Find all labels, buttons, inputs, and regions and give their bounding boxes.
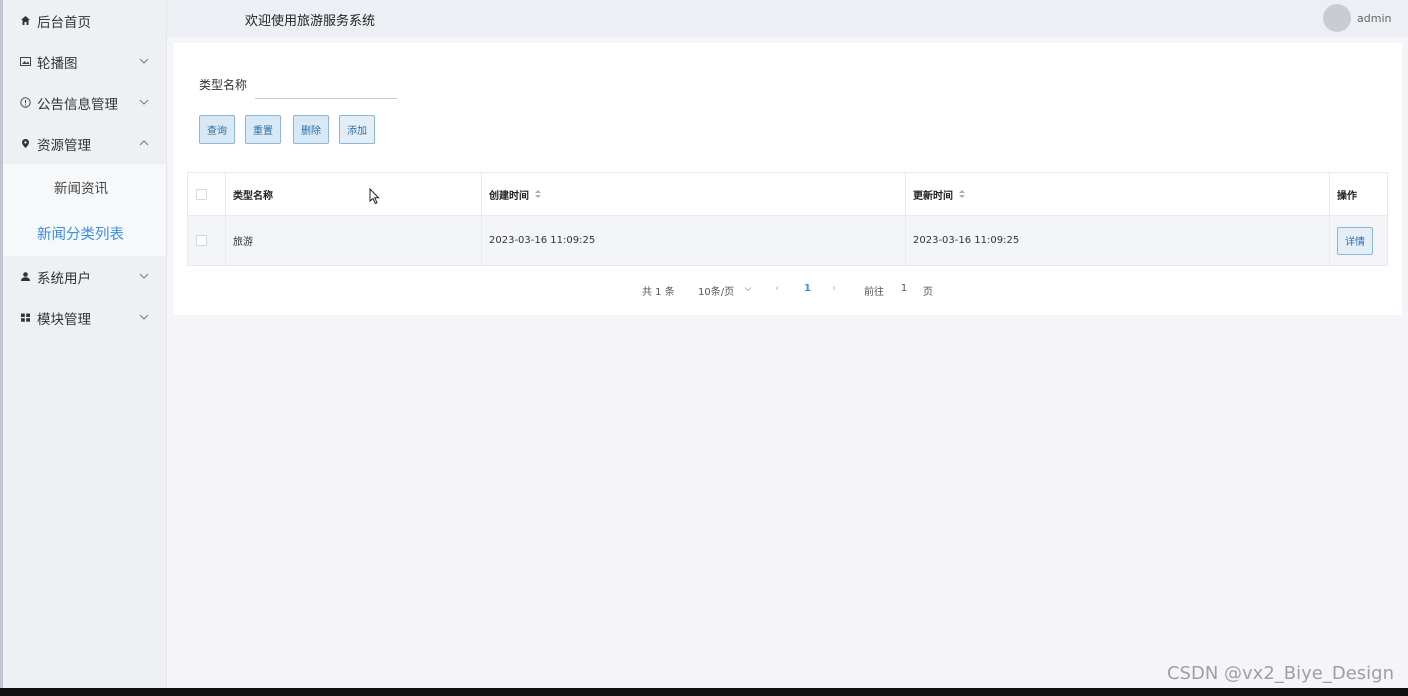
prev-page-button[interactable]: ‹ — [775, 283, 779, 294]
page-title: 欢迎使用旅游服务系统 — [245, 14, 376, 29]
resources-submenu: 新闻资讯 新闻分类列表 — [3, 164, 166, 256]
sidebar-item-label: 系统用户 — [37, 270, 91, 287]
chevron-down-icon — [139, 273, 149, 279]
delete-button[interactable]: 删除 — [293, 115, 329, 144]
pagination: 共 1 条 10条/页 ‹ 1 › 前往 1 页 — [173, 283, 1402, 298]
table-header-row: 类型名称 创建时间 更新时间 操作 — [188, 173, 1387, 216]
cell-type-name: 旅游 — [226, 216, 482, 265]
image-icon — [19, 56, 31, 68]
user-icon — [19, 271, 31, 283]
sidebar-item-resources[interactable]: 资源管理 — [3, 123, 166, 164]
sidebar-item-modules[interactable]: 模块管理 — [3, 297, 166, 338]
bottom-bar — [0, 688, 1408, 696]
goto-label: 前往 — [864, 287, 884, 298]
cell-created: 2023-03-16 11:09:25 — [482, 216, 906, 265]
content-card: 类型名称 查询 重置 删除 添加 类型名称 创建时间 更新时间 操作 旅游 20… — [173, 43, 1402, 315]
column-header-created[interactable]: 创建时间 — [482, 173, 906, 215]
reset-button[interactable]: 重置 — [245, 115, 281, 144]
detail-button[interactable]: 详情 — [1337, 226, 1373, 255]
sort-icon[interactable] — [535, 190, 541, 198]
chevron-down-icon — [139, 314, 149, 320]
row-checkbox[interactable] — [196, 235, 207, 246]
column-header-actions: 操作 — [1330, 173, 1387, 215]
sidebar-item-label: 后台首页 — [37, 14, 91, 31]
sort-icon[interactable] — [959, 190, 965, 198]
column-header-label: 类型名称 — [233, 190, 273, 202]
query-button[interactable]: 查询 — [199, 115, 235, 144]
home-icon — [19, 15, 31, 27]
column-header-label: 创建时间 — [489, 190, 529, 202]
goto-page-input[interactable]: 1 — [898, 283, 910, 294]
current-page[interactable]: 1 — [804, 283, 811, 294]
row-checkbox-cell — [188, 216, 226, 265]
column-header-label: 操作 — [1337, 190, 1357, 202]
sidebar-item-carousel[interactable]: 轮播图 — [3, 41, 166, 82]
chevron-down-icon — [139, 99, 149, 105]
type-name-input[interactable] — [255, 71, 397, 99]
sidebar: 后台首页 轮播图 公告信息管理 资源管理 新闻资讯 新闻分类列表 系统用户 模块… — [3, 0, 167, 688]
info-circle-icon — [19, 97, 31, 109]
add-button[interactable]: 添加 — [339, 115, 375, 144]
location-icon — [19, 138, 31, 150]
cell-actions: 详情 — [1330, 216, 1387, 265]
chevron-up-icon — [139, 140, 149, 146]
top-header: 欢迎使用旅游服务系统 admin — [167, 0, 1408, 37]
chevron-down-icon[interactable] — [744, 285, 752, 293]
chevron-down-icon — [139, 58, 149, 64]
search-label: 类型名称 — [199, 78, 248, 92]
header-checkbox-cell — [188, 173, 226, 215]
goto-unit: 页 — [923, 287, 933, 298]
sidebar-item-label: 公告信息管理 — [37, 96, 118, 113]
pagination-total: 共 1 条 — [642, 287, 675, 298]
cell-updated: 2023-03-16 11:09:25 — [906, 216, 1330, 265]
sidebar-item-home[interactable]: 后台首页 — [3, 0, 166, 41]
table-row: 旅游 2023-03-16 11:09:25 2023-03-16 11:09:… — [188, 216, 1387, 265]
sidebar-subitem-news[interactable]: 新闻资讯 — [3, 164, 166, 210]
grid-icon — [19, 312, 31, 324]
sidebar-item-label: 资源管理 — [37, 137, 91, 154]
mouse-cursor-icon — [369, 188, 380, 205]
select-all-checkbox[interactable] — [196, 188, 207, 200]
data-table: 类型名称 创建时间 更新时间 操作 旅游 2023-03-16 11:09:25… — [187, 172, 1388, 266]
username[interactable]: admin — [1357, 12, 1391, 25]
sidebar-item-label: 轮播图 — [37, 55, 78, 72]
column-header-updated[interactable]: 更新时间 — [906, 173, 1330, 215]
next-page-button[interactable]: › — [832, 283, 836, 294]
column-header-label: 更新时间 — [913, 190, 953, 202]
sidebar-item-system-users[interactable]: 系统用户 — [3, 256, 166, 297]
sidebar-subitem-news-category-list[interactable]: 新闻分类列表 — [3, 210, 166, 256]
watermark: CSDN @vx2_Biye_Design — [1166, 663, 1394, 684]
sidebar-item-label: 模块管理 — [37, 311, 91, 328]
sidebar-item-notices[interactable]: 公告信息管理 — [3, 82, 166, 123]
column-header-type-name: 类型名称 — [226, 173, 482, 215]
page-size-select[interactable]: 10条/页 — [698, 283, 734, 298]
avatar[interactable] — [1323, 4, 1351, 32]
